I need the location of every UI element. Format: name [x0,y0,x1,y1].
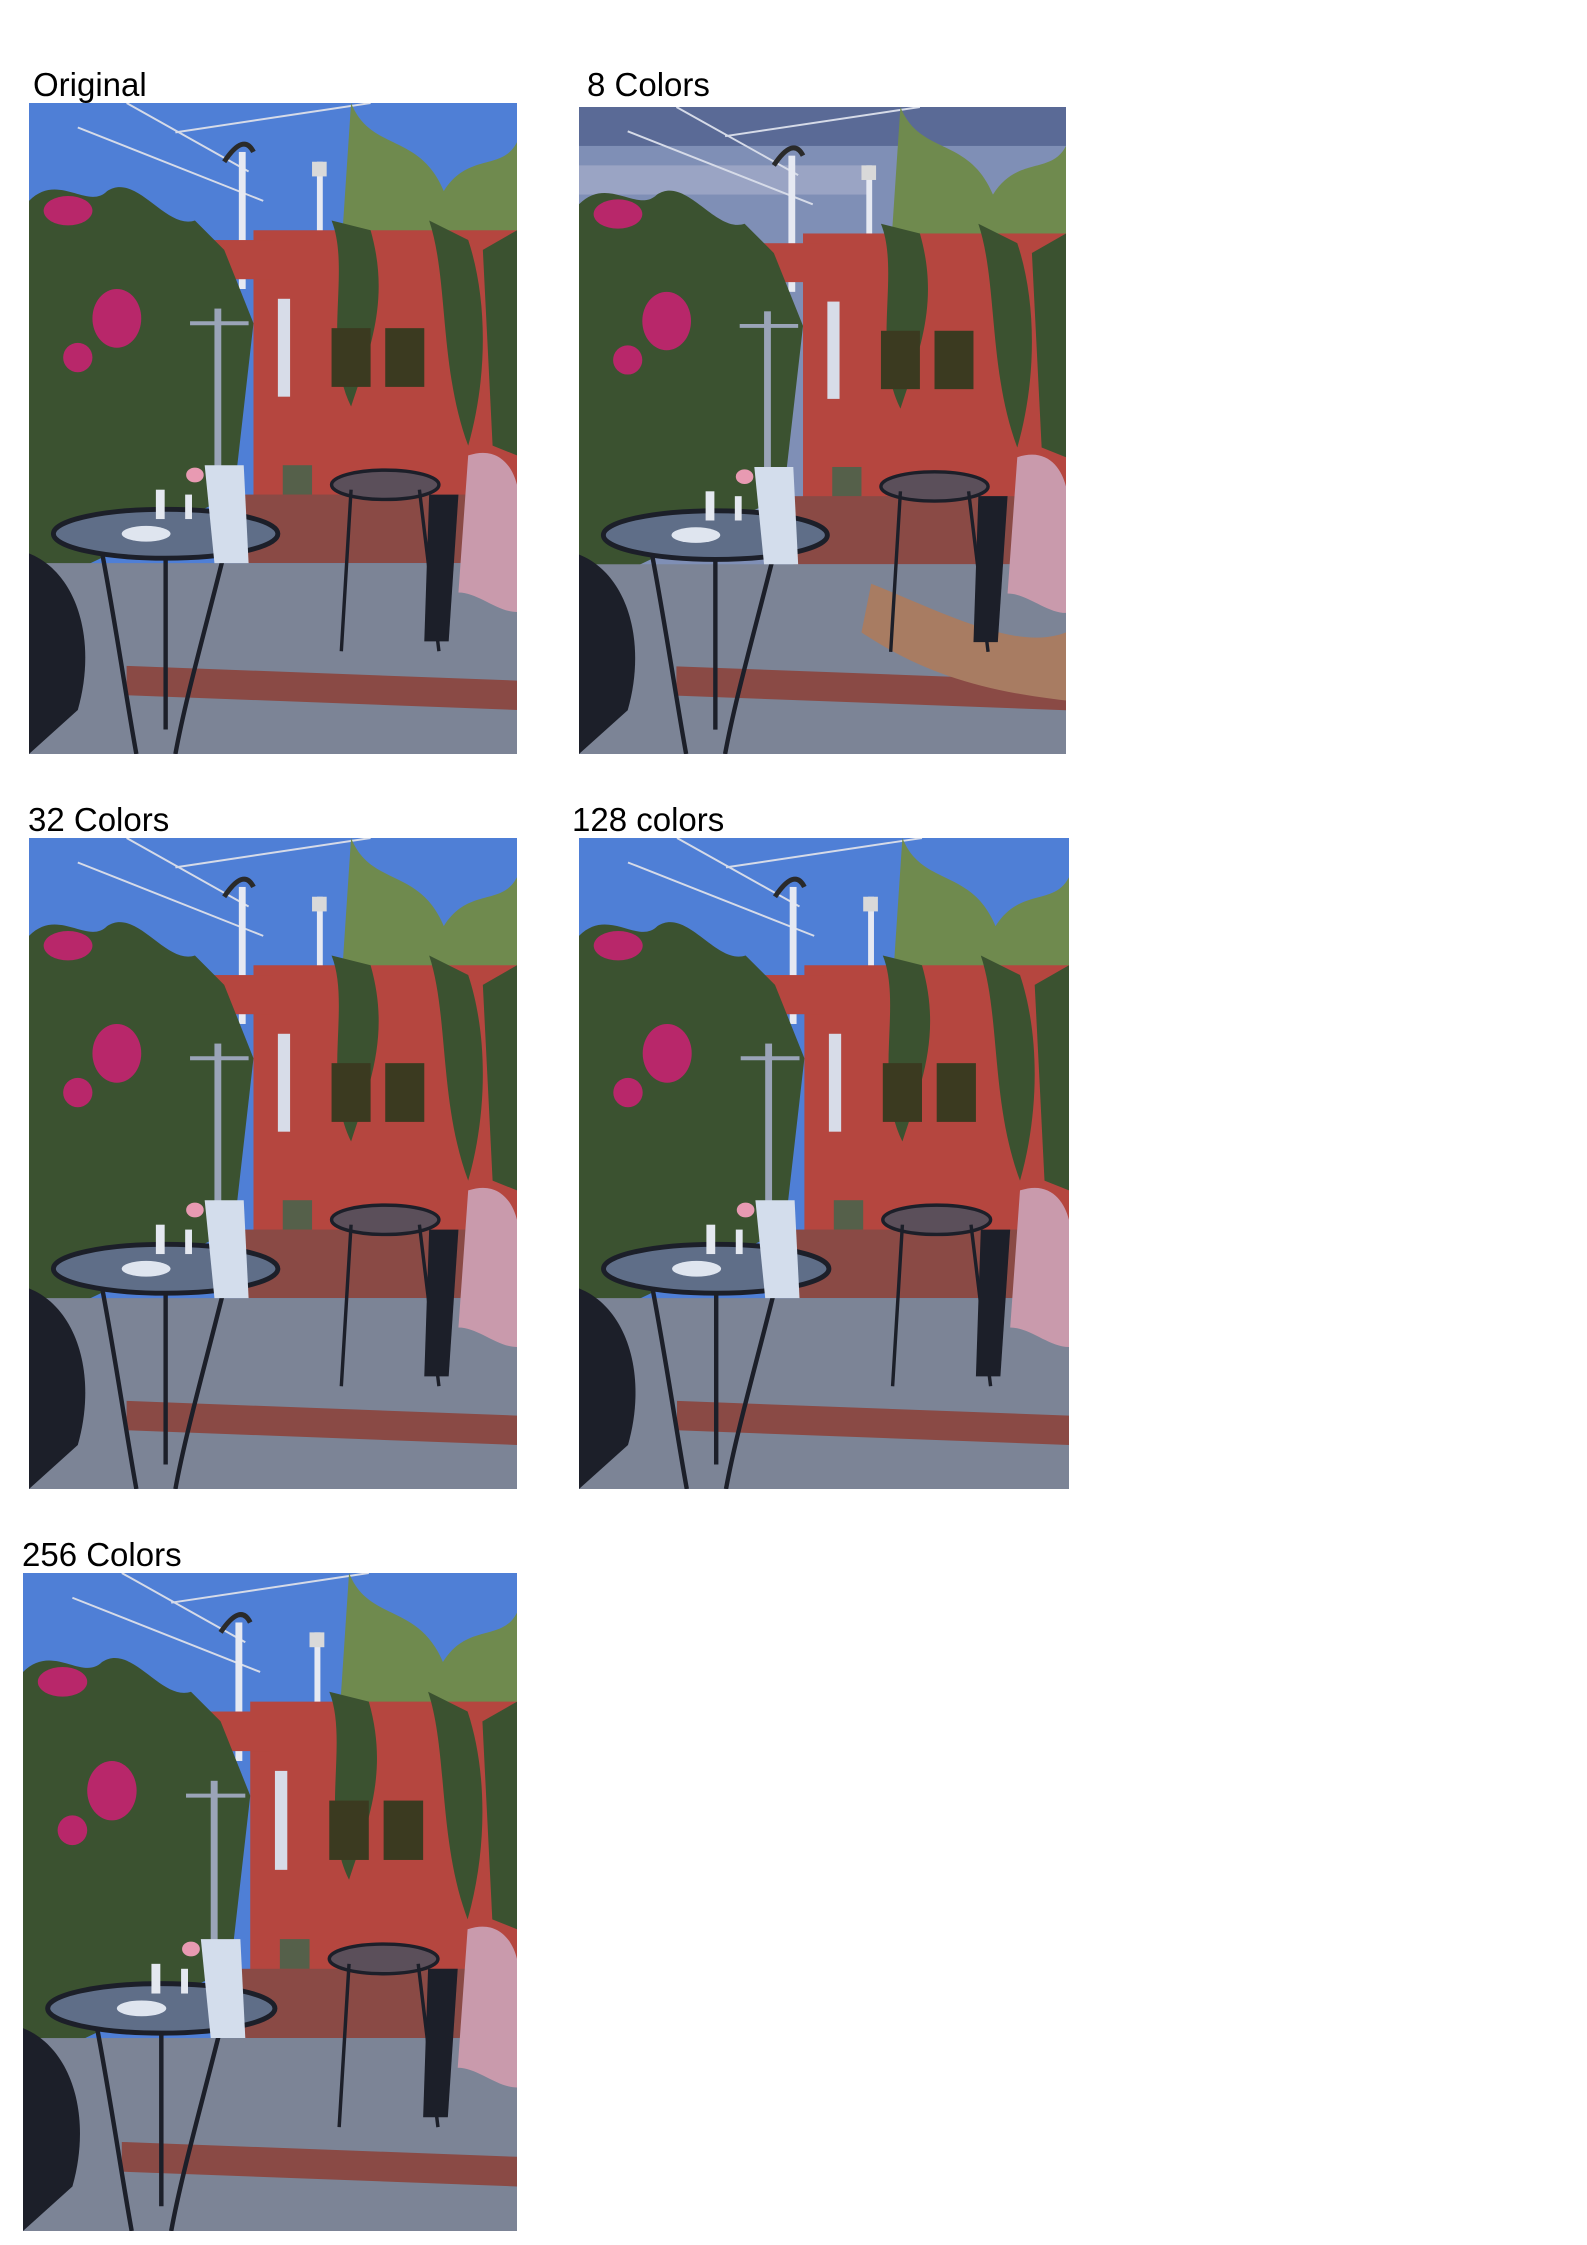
patio-scene-illustration [29,838,517,1489]
photo-8-colors [579,107,1066,754]
caption-original: Original [33,66,147,103]
page: { "panels": [ { "caption": "Original", "… [0,0,1587,2245]
patio-scene-illustration [29,103,517,754]
photo-original [29,103,517,754]
patio-scene-illustration [23,1573,517,2231]
patio-scene-illustration [579,838,1069,1489]
caption-8-colors: 8 Colors [587,66,710,103]
photo-128-colors [579,838,1069,1489]
caption-32-colors: 32 Colors [28,801,170,838]
caption-256-colors: 256 Colors [22,1536,182,1573]
photo-32-colors [29,838,517,1489]
caption-128-colors: 128 colors [572,801,725,838]
patio-scene-illustration [579,107,1066,754]
photo-256-colors [23,1573,517,2231]
